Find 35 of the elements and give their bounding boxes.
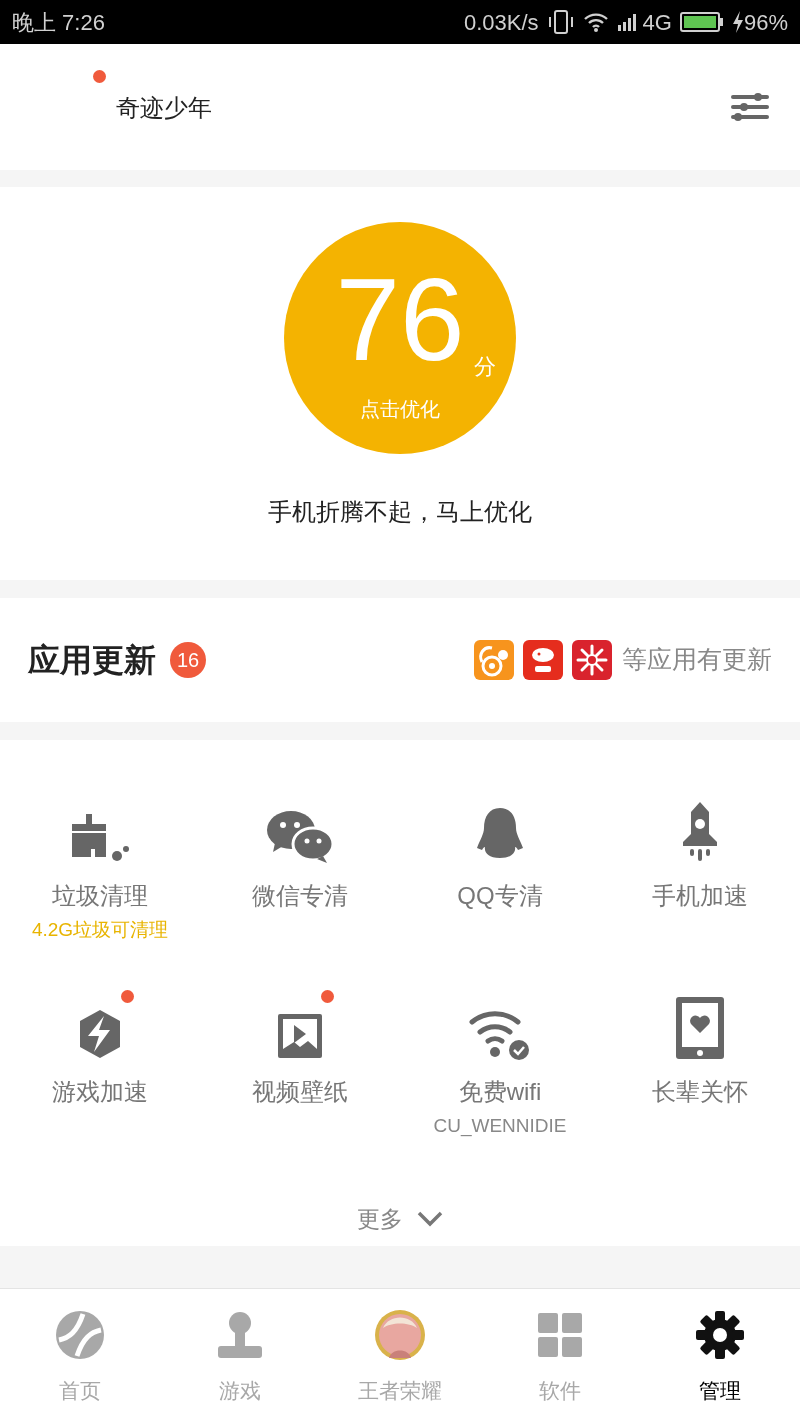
network-speed: 0.03K/s xyxy=(464,8,539,37)
tool-label[interactable]: 游戏加速 xyxy=(52,1074,148,1110)
tool-subtitle: 4.2G垃圾可清理 xyxy=(31,918,169,942)
more-button[interactable]: 更多 xyxy=(357,1202,443,1237)
user-name[interactable]: 奇迹少年 xyxy=(116,90,212,126)
nav-tab[interactable]: 游戏 xyxy=(160,1289,320,1422)
avatar-icon xyxy=(373,1307,427,1363)
charging-icon xyxy=(731,10,744,34)
nav-tab[interactable]: 管理 xyxy=(640,1289,800,1422)
status-time: 晚上 7:26 xyxy=(12,8,105,37)
battery-icon xyxy=(679,11,724,33)
nav-tab[interactable]: 软件 xyxy=(480,1289,640,1422)
chevron-down-icon xyxy=(417,1211,443,1228)
tool-label[interactable]: 视频壁纸 xyxy=(252,1074,348,1110)
update-row[interactable]: 应用更新 16 等应用有更新 xyxy=(0,598,800,722)
update-note: 等应用有更新 xyxy=(622,644,772,676)
battery-percent: 96% xyxy=(743,8,788,37)
tool-label[interactable]: 免费wifi xyxy=(458,1074,542,1110)
tool-label[interactable]: 微信专清 xyxy=(252,878,348,914)
vibrate-icon xyxy=(546,9,575,35)
nav-tab[interactable]: 王者荣耀 xyxy=(320,1289,480,1422)
score-message: 手机折腾不起，马上优化 xyxy=(268,497,532,527)
signal-icon xyxy=(616,12,639,32)
flower-app-icon xyxy=(572,640,612,680)
count-badge: 16 xyxy=(170,642,206,678)
tool-subtitle: CU_WENNIDIE xyxy=(433,1114,567,1139)
wifi-icon xyxy=(582,11,609,33)
network-type: 4G xyxy=(642,8,672,37)
tool-label[interactable]: 手机加速 xyxy=(652,878,748,914)
tool-label[interactable]: QQ专清 xyxy=(457,878,543,914)
tool-label[interactable]: 垃圾清理 xyxy=(52,878,148,914)
nav-tab[interactable]: 首页 xyxy=(0,1289,160,1422)
tool-label[interactable]: 长辈关怀 xyxy=(652,1074,748,1110)
video-frame-icon xyxy=(276,1012,324,1060)
section-title: 应用更新 xyxy=(28,641,156,680)
